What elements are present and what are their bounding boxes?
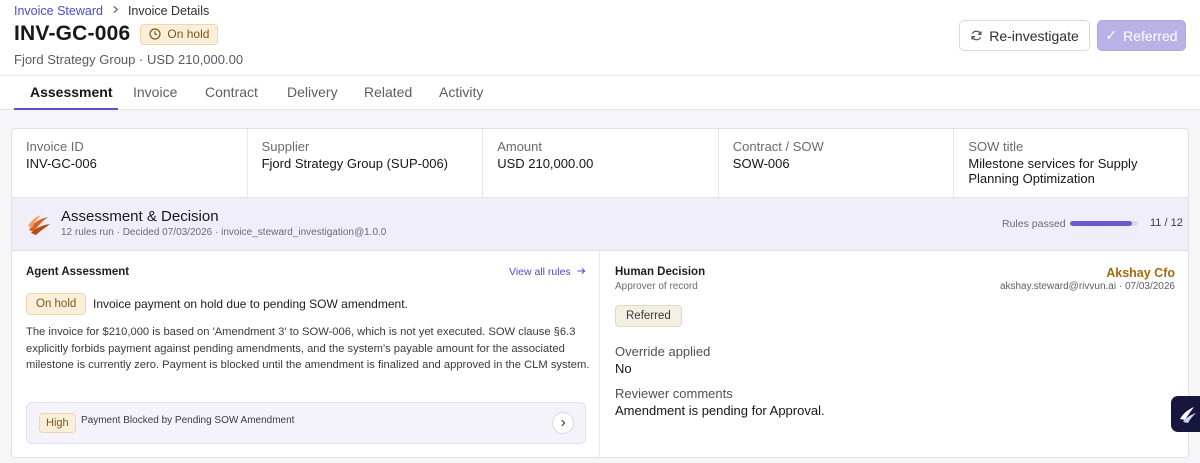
approver-meta: akshay.steward@rivvun.ai · 07/03/2026 — [999, 281, 1175, 292]
tab-bar: Assessment Invoice Contract Delivery Rel… — [0, 76, 1200, 110]
title-row: INV-GC-006 On hold — [14, 22, 219, 46]
page-header: Invoice Steward Invoice Details INV-GC-0… — [0, 0, 1200, 76]
rule-finding-label: Payment Blocked by Pending SOW Amendment — [81, 415, 295, 426]
summary-label: Supplier — [261, 139, 310, 154]
human-decision-subtitle: Approver of record — [615, 281, 698, 292]
referred-label: Referred — [1123, 27, 1178, 44]
rules-progress-bar — [1070, 221, 1138, 226]
summary-contract: Contract / SOW SOW-006 — [719, 129, 955, 197]
refresh-icon — [971, 30, 982, 41]
breadcrumb-current: Invoice Details — [127, 4, 210, 18]
agent-assessment-panel: Agent Assessment View all rules On hold … — [12, 251, 600, 457]
summary-label: Invoice ID — [26, 139, 84, 154]
summary-value: SOW-006 — [732, 156, 790, 171]
page-title: INV-GC-006 — [14, 22, 131, 45]
view-all-rules-label: View all rules — [509, 266, 571, 278]
tab-invoice[interactable]: Invoice — [133, 84, 177, 100]
summary-label: Contract / SOW — [732, 139, 824, 154]
summary-sow-title: SOW title Milestone services for Supply … — [954, 129, 1188, 197]
chat-widget-icon — [1180, 407, 1196, 423]
reinvestigate-button[interactable]: Re-investigate — [959, 20, 1090, 51]
reviewer-comments-value: Amendment is pending for Approval. — [615, 403, 825, 418]
page-subtitle: Fjord Strategy Group · USD 210,000.00 — [14, 52, 244, 67]
human-decision-panel: Human Decision Approver of record Akshay… — [601, 251, 1188, 457]
summary-supplier: Supplier Fjord Strategy Group (SUP-006) — [248, 129, 484, 197]
decision-badge: Referred — [615, 305, 682, 327]
summary-value: Fjord Strategy Group (SUP-006) — [261, 156, 448, 171]
tab-activity[interactable]: Activity — [439, 84, 483, 100]
view-all-rules-link[interactable]: View all rules — [509, 266, 586, 278]
rules-passed-count: 11 / 12 — [1150, 217, 1183, 229]
arrow-right-icon — [577, 267, 585, 275]
reinvestigate-label: Re-investigate — [989, 27, 1079, 44]
override-label: Override applied — [615, 344, 711, 359]
rules-progress-fill — [1070, 221, 1133, 226]
breadcrumb-root-link[interactable]: Invoice Steward — [14, 4, 103, 18]
severity-badge: High — [39, 413, 76, 433]
clock-icon — [149, 28, 161, 40]
override-value: No — [615, 361, 632, 376]
summary-invoice-id: Invoice ID INV-GC-006 — [12, 129, 248, 197]
summary-amount: Amount USD 210,000.00 — [483, 129, 719, 197]
agent-explanation: The invoice for $210,000 is based on 'Am… — [26, 326, 590, 371]
reviewer-comments-label: Reviewer comments — [615, 386, 733, 401]
assessment-card: Invoice ID INV-GC-006 Supplier Fjord Str… — [11, 128, 1189, 458]
agent-status-pill: On hold — [26, 293, 87, 315]
human-decision-title: Human Decision — [615, 266, 706, 278]
status-badge-label: On hold — [167, 27, 210, 41]
summary-label: Amount — [497, 139, 542, 154]
rules-passed-label: Rules passed — [1002, 218, 1066, 230]
approver-name: Akshay Cfo — [1106, 266, 1175, 280]
summary-value: USD 210,000.00 — [497, 156, 594, 171]
summary-value: INV-GC-006 — [26, 156, 97, 171]
rule-finding-row[interactable]: High Payment Blocked by Pending SOW Amen… — [26, 402, 586, 444]
agent-assessment-title: Agent Assessment — [26, 266, 130, 278]
chat-widget-button[interactable] — [1171, 396, 1200, 432]
summary-label: SOW title — [968, 139, 1024, 154]
assessment-meta: 12 rules run · Decided 07/03/2026 · invo… — [61, 227, 387, 238]
assessment-logo-icon — [28, 215, 50, 235]
referred-button[interactable]: ✓ Referred — [1097, 20, 1186, 51]
summary-value: Milestone services for Supply Planning O… — [968, 156, 1138, 186]
breadcrumb: Invoice Steward Invoice Details — [14, 4, 209, 18]
tab-assessment[interactable]: Assessment — [30, 84, 113, 100]
agent-summary: Invoice payment on hold due to pending S… — [93, 297, 408, 311]
invoice-summary-row: Invoice ID INV-GC-006 Supplier Fjord Str… — [12, 129, 1188, 198]
chevron-right-icon — [111, 5, 120, 17]
chevron-icon — [561, 419, 566, 427]
tab-delivery[interactable]: Delivery — [287, 84, 338, 100]
status-badge: On hold — [140, 23, 219, 45]
expand-rule-button[interactable] — [552, 412, 574, 434]
assessment-title: Assessment & Decision — [61, 208, 219, 225]
assessment-header: Assessment & Decision 12 rules run · Dec… — [12, 198, 1188, 251]
tab-related[interactable]: Related — [364, 84, 412, 100]
check-icon: ✓ — [1105, 27, 1118, 43]
tab-contract[interactable]: Contract — [205, 84, 258, 100]
